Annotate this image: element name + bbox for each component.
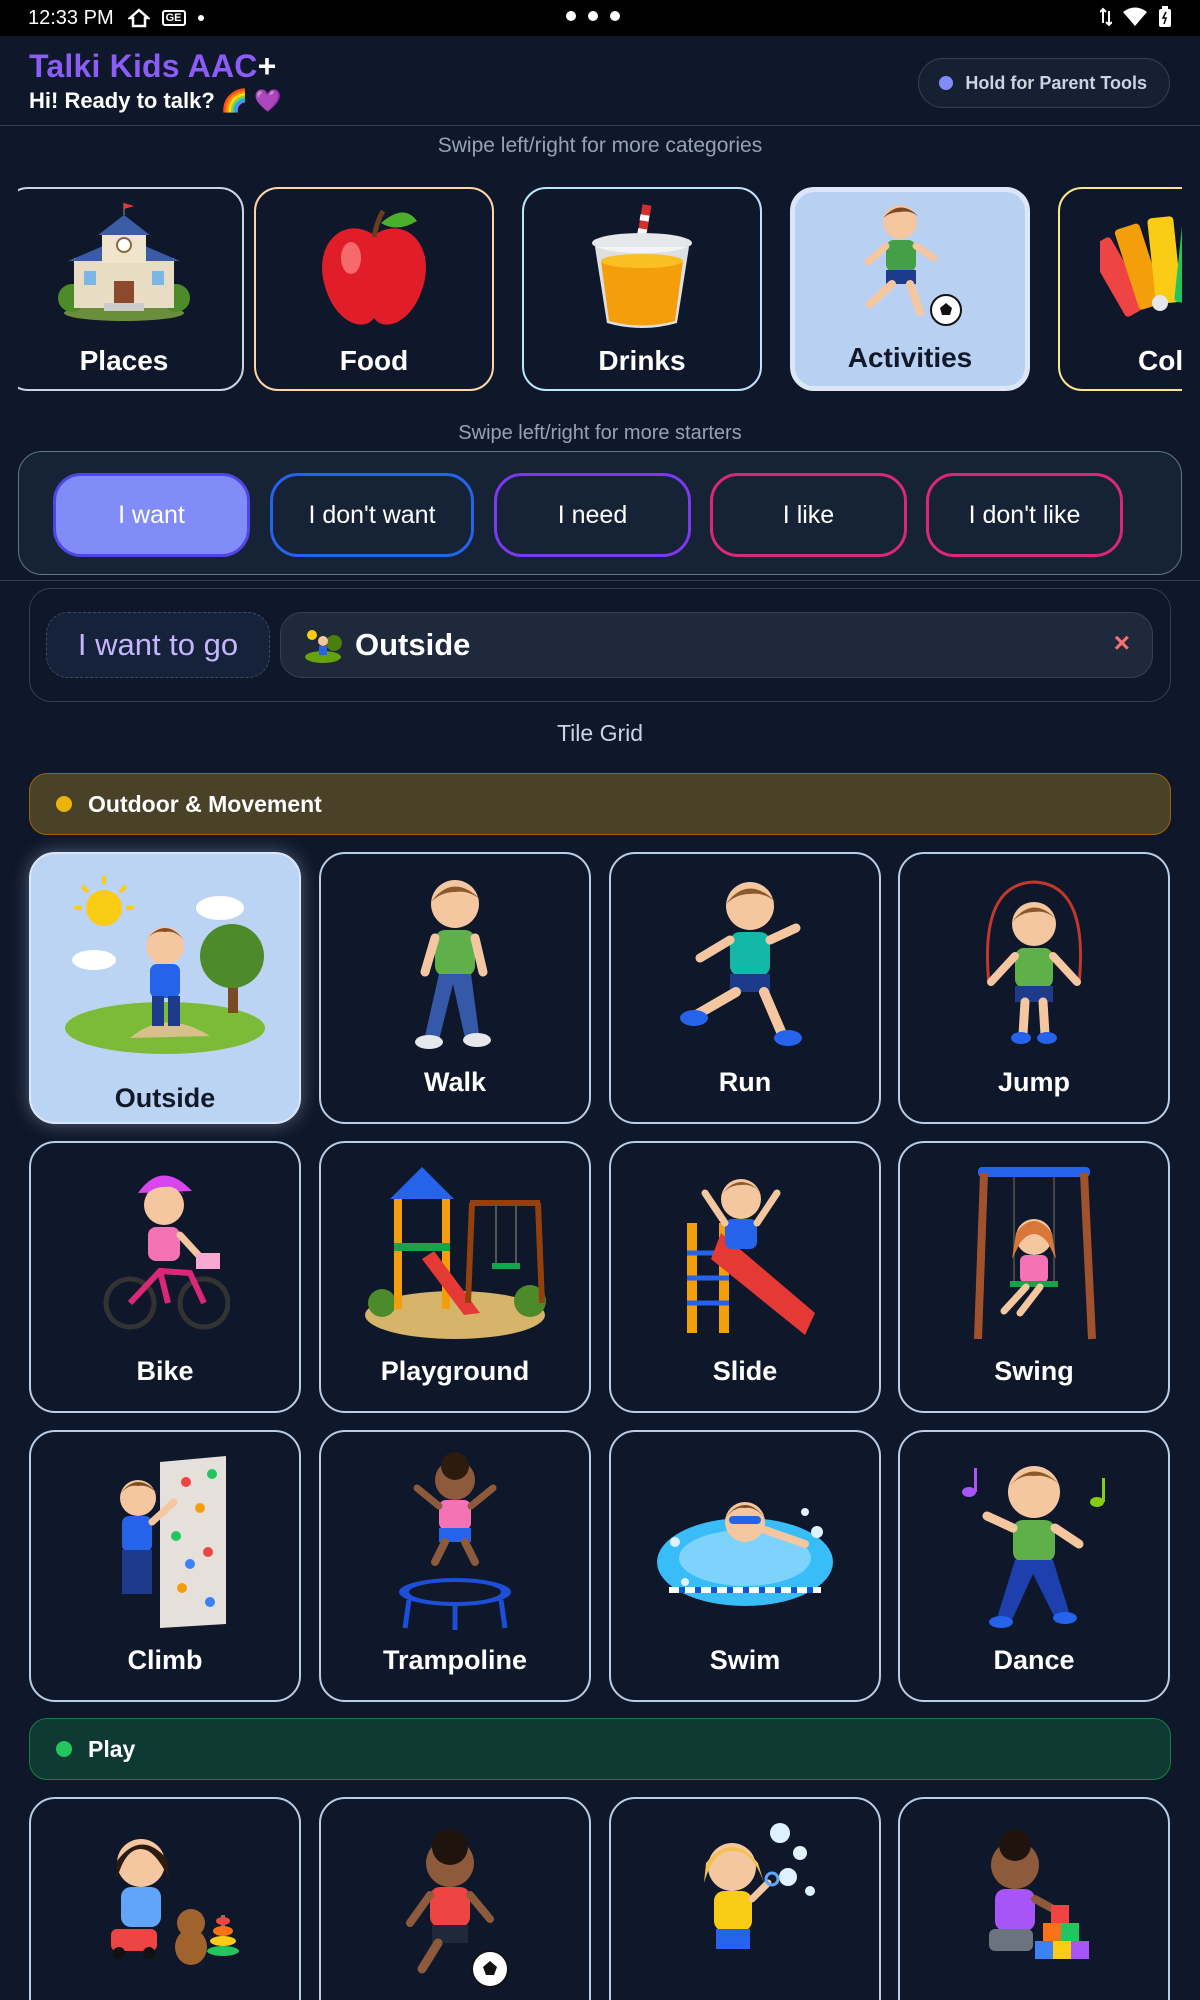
notification-dot-icon — [197, 15, 204, 21]
tile-label: Jump — [997, 1067, 1070, 1097]
tile-outside[interactable]: Outside — [29, 852, 301, 1124]
tile-dance[interactable]: Dance — [898, 1430, 1170, 1702]
bike-kid-icon — [103, 1175, 230, 1330]
group-title: Outdoor & Movement — [88, 790, 322, 817]
ge-badge-icon: GE — [161, 10, 186, 26]
data-arrows-icon — [1100, 7, 1112, 27]
starters-swipe-hint: Swipe left/right for more starters — [458, 422, 742, 444]
school-building-icon — [58, 203, 190, 321]
clear-word-icon[interactable]: × — [1114, 629, 1130, 657]
category-drinks[interactable]: Drinks — [522, 187, 762, 391]
group-header-outdoor[interactable]: Outdoor & Movement — [29, 773, 1171, 835]
starter-i-like[interactable]: I like — [710, 473, 907, 557]
tile-play-bubbles[interactable] — [609, 1797, 881, 2000]
walk-kid-icon — [415, 880, 491, 1049]
apple-icon — [322, 209, 426, 325]
category-label: Drinks — [598, 345, 686, 376]
app-title: Talki Kids AAC+ — [29, 48, 277, 84]
status-bar: 12:33 PM GE — [0, 0, 1200, 36]
tile-play-toys[interactable] — [29, 1797, 301, 2000]
category-activities[interactable]: Activities — [790, 187, 1030, 391]
category-label: Col — [1138, 345, 1182, 376]
tile-label: Outside — [114, 1083, 216, 1113]
category-places[interactable]: Places — [18, 187, 244, 391]
category-label: Food — [339, 345, 409, 376]
tile-label: Trampoline — [382, 1645, 528, 1675]
status-time: 12:33 PM — [28, 6, 114, 29]
tile-label: Swing — [994, 1356, 1074, 1386]
group-dot-icon — [56, 796, 72, 812]
swim-kid-icon — [657, 1502, 833, 1606]
jump-rope-kid-icon — [985, 880, 1083, 1044]
tile-label: Climb — [127, 1645, 203, 1675]
category-label: Activities — [847, 342, 973, 373]
parent-tools-label: Hold for Parent Tools — [965, 72, 1147, 93]
tile-play-blocks[interactable] — [898, 1797, 1170, 2000]
tile-play-ball[interactable] — [319, 1797, 591, 2000]
toys-kid-icon — [111, 1839, 239, 1965]
app-title-plus: + — [257, 48, 277, 84]
wifi-icon — [1123, 7, 1147, 26]
tile-label: Bike — [136, 1356, 194, 1386]
group-dot-icon — [56, 1741, 72, 1757]
tile-swing[interactable]: Swing — [898, 1141, 1170, 1413]
juice-cup-icon — [592, 204, 692, 328]
tile-label: Walk — [423, 1067, 486, 1097]
outside-scene-icon — [65, 876, 265, 1054]
climbing-wall-icon — [120, 1456, 226, 1628]
category-colors[interactable]: Col — [1058, 187, 1182, 391]
soccer-ball-kid-icon — [406, 1829, 509, 1988]
battery-icon — [1159, 6, 1171, 27]
category-label: Places — [79, 345, 169, 376]
tile-trampoline[interactable]: Trampoline — [319, 1430, 591, 1702]
tile-walk[interactable]: Walk — [319, 852, 591, 1124]
tile-climb[interactable]: Climb — [29, 1430, 301, 1702]
color-swatch-icon — [1100, 216, 1182, 317]
blocks-kid-icon — [989, 1829, 1089, 1959]
run-kid-icon — [680, 882, 802, 1046]
greeting-text: Hi! Ready to talk? 🌈 💜 — [29, 88, 282, 113]
starter-i-dont-want[interactable]: I don't want — [270, 473, 474, 557]
sentence-starter-bar: I want I don't want I need I like I don'… — [18, 451, 1182, 575]
trampoline-kid-icon — [399, 1452, 511, 1630]
tile-label: Swim — [709, 1645, 781, 1675]
parent-tools-button[interactable]: Hold for Parent Tools — [918, 58, 1170, 108]
starter-i-want[interactable]: I want — [53, 473, 250, 557]
divider — [0, 580, 1200, 581]
tile-slide[interactable]: Slide — [609, 1141, 881, 1413]
starter-i-need[interactable]: I need — [494, 473, 691, 557]
playground-icon — [365, 1167, 546, 1339]
starter-i-dont-like[interactable]: I don't like — [926, 473, 1123, 557]
tile-label: Run — [718, 1067, 772, 1097]
soccer-kid-icon — [864, 205, 962, 326]
tile-bike[interactable]: Bike — [29, 1141, 301, 1413]
tile-playground[interactable]: Playground — [319, 1141, 591, 1413]
tile-run[interactable]: Run — [609, 852, 881, 1124]
sentence-bar: I want to go Outside × — [29, 588, 1171, 702]
lock-dot-icon — [939, 76, 954, 90]
app-header: Talki Kids AAC+ Hi! Ready to talk? 🌈 💜 H… — [0, 36, 1200, 126]
categories-swipe-hint: Swipe left/right for more categories — [437, 134, 763, 157]
tile-label: Dance — [993, 1645, 1075, 1675]
slide-kid-icon — [687, 1179, 815, 1335]
dance-kid-icon — [962, 1466, 1105, 1628]
outside-icon — [305, 630, 342, 663]
group-title: Play — [88, 1735, 136, 1762]
tile-label: Playground — [380, 1356, 530, 1386]
sentence-starter[interactable]: I want to go — [46, 612, 270, 678]
sentence-word-label: Outside — [355, 627, 471, 662]
category-food[interactable]: Food — [254, 187, 494, 391]
tile-jump[interactable]: Jump — [898, 852, 1170, 1124]
tile-grid-title: Tile Grid — [556, 720, 644, 746]
camera-dots-icon — [566, 11, 620, 21]
category-carousel[interactable]: Places Food Drinks Activities Col — [18, 186, 1182, 394]
sentence-word[interactable]: Outside × — [280, 612, 1153, 678]
tile-swim[interactable]: Swim — [609, 1430, 881, 1702]
swing-kid-icon — [974, 1167, 1096, 1340]
home-icon — [127, 8, 150, 28]
tile-label: Slide — [712, 1356, 778, 1386]
bubbles-kid-icon — [704, 1823, 815, 1949]
group-header-play[interactable]: Play — [29, 1718, 1171, 1780]
